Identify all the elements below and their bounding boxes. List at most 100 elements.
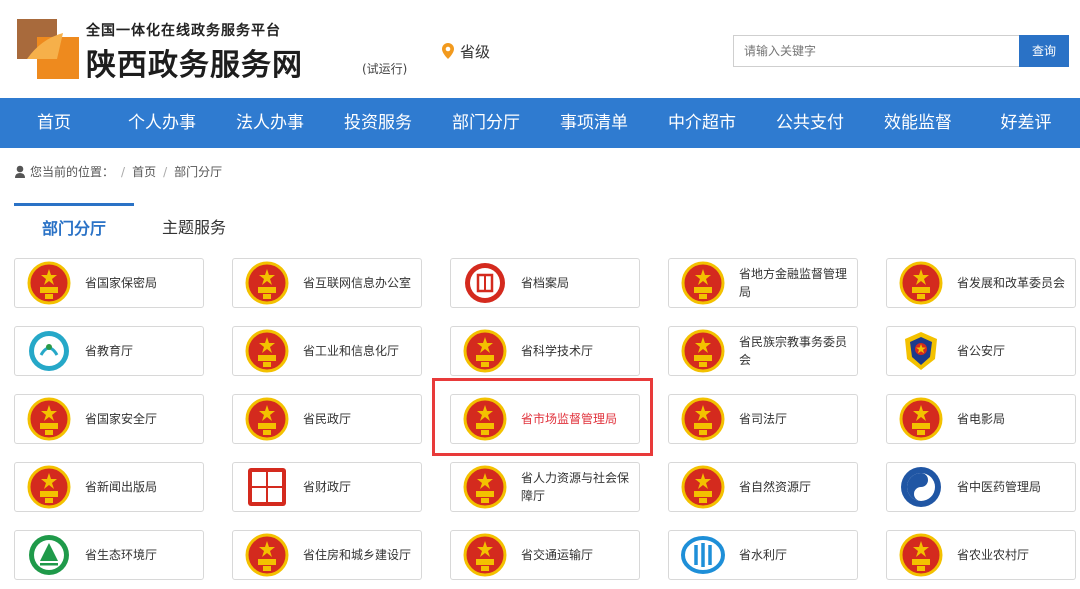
department-card[interactable]: 省公安厅	[886, 326, 1076, 376]
nav-item[interactable]: 投资服务	[324, 98, 432, 148]
national-emblem-icon	[27, 261, 71, 305]
location-selector[interactable]: 省级	[460, 41, 490, 62]
department-label: 省新闻出版局	[85, 480, 158, 494]
department-label: 省中医药管理局	[957, 480, 1042, 494]
department-label: 省民政厅	[303, 412, 352, 426]
national-emblem-icon	[899, 533, 943, 577]
national-emblem-icon	[681, 397, 725, 441]
department-card[interactable]: 省新闻出版局	[14, 462, 204, 512]
department-label: 省公安厅	[957, 344, 1006, 358]
department-label: 省农业农村厅	[957, 548, 1030, 562]
department-card[interactable]: 省国家安全厅	[14, 394, 204, 444]
national-emblem-icon	[245, 329, 289, 373]
department-label: 省水利厅	[739, 548, 788, 562]
nav-item[interactable]: 法人办事	[216, 98, 324, 148]
water-emblem-icon	[681, 533, 725, 577]
department-label: 省国家安全厅	[85, 412, 158, 426]
police-emblem-icon	[899, 329, 943, 373]
department-card[interactable]: 省中医药管理局	[886, 462, 1076, 512]
site-logo-icon[interactable]	[17, 19, 79, 79]
department-label: 省档案局	[521, 276, 570, 290]
department-label: 省住房和城乡建设厅	[303, 548, 412, 562]
department-card[interactable]: 省发展和改革委员会	[886, 258, 1076, 308]
nav-item[interactable]: 好差评	[972, 98, 1080, 148]
department-card[interactable]: 省司法厅	[668, 394, 858, 444]
department-card[interactable]: 省水利厅	[668, 530, 858, 580]
national-emblem-icon	[681, 465, 725, 509]
department-card[interactable]: 省民政厅	[232, 394, 422, 444]
national-emblem-icon	[27, 397, 71, 441]
department-card[interactable]: 省工业和信息化厅	[232, 326, 422, 376]
department-label: 省交通运输厅	[521, 548, 594, 562]
department-card[interactable]: 省科学技术厅	[450, 326, 640, 376]
national-emblem-icon	[463, 329, 507, 373]
department-card[interactable]: 省地方金融监督管理局	[668, 258, 858, 308]
department-card[interactable]: 省住房和城乡建设厅	[232, 530, 422, 580]
nav-item[interactable]: 效能监督	[864, 98, 972, 148]
highlight-annotation	[432, 378, 653, 456]
nav-item[interactable]: 中介超市	[648, 98, 756, 148]
nav-item[interactable]: 部门分厅	[432, 98, 540, 148]
breadcrumb-separator: /	[121, 164, 126, 179]
department-card[interactable]: 省民族宗教事务委员会	[668, 326, 858, 376]
nav-item[interactable]: 个人办事	[108, 98, 216, 148]
national-emblem-icon	[27, 465, 71, 509]
department-card[interactable]: 省交通运输厅	[450, 530, 640, 580]
location-pin-icon	[442, 43, 454, 59]
department-label: 省财政厅	[303, 480, 352, 494]
site-title[interactable]: 陕西政务服务网	[86, 40, 303, 84]
national-emblem-icon	[681, 329, 725, 373]
department-card[interactable]: 省电影局	[886, 394, 1076, 444]
national-emblem-icon	[245, 261, 289, 305]
nav-item[interactable]: 公共支付	[756, 98, 864, 148]
tab-topic-services[interactable]: 主题服务	[162, 214, 226, 238]
department-card[interactable]: 省互联网信息办公室	[232, 258, 422, 308]
nav-item[interactable]: 首页	[0, 98, 108, 148]
department-card[interactable]: 省档案局	[450, 258, 640, 308]
tab-bar: 部门分厅 主题服务	[14, 203, 1080, 239]
department-label: 省司法厅	[739, 412, 788, 426]
department-card[interactable]: 省农业农村厅	[886, 530, 1076, 580]
breadcrumb-home[interactable]: 首页	[132, 163, 156, 180]
department-label: 省生态环境厅	[85, 548, 158, 562]
department-card[interactable]: 省教育厅	[14, 326, 204, 376]
ecology-emblem-icon	[27, 533, 71, 577]
national-emblem-icon	[245, 397, 289, 441]
nav-item[interactable]: 事项清单	[540, 98, 648, 148]
tcm-emblem-icon	[899, 465, 943, 509]
finance-seal-icon	[245, 465, 289, 509]
department-label: 省民族宗教事务委员会	[739, 335, 848, 367]
department-label: 省人力资源与社会保障厅	[521, 471, 630, 503]
location-person-icon	[15, 165, 25, 178]
main-nav: 首页 个人办事 法人办事 投资服务 部门分厅 事项清单 中介超市 公共支付 效能监督 好差评	[0, 98, 1080, 148]
department-label: 省国家保密局	[85, 276, 158, 290]
department-label: 省电影局	[957, 412, 1006, 426]
breadcrumb-separator: /	[163, 164, 168, 179]
breadcrumb: 您当前的位置： / 首页 / 部门分厅	[14, 163, 222, 180]
search-input[interactable]	[733, 35, 1020, 67]
department-label: 省地方金融监督管理局	[739, 267, 848, 299]
department-label: 省发展和改革委员会	[957, 276, 1066, 290]
department-card[interactable]: 省自然资源厅	[668, 462, 858, 512]
search-button[interactable]: 查询	[1019, 35, 1069, 67]
department-label: 省自然资源厅	[739, 480, 812, 494]
tab-departments[interactable]: 部门分厅	[14, 203, 134, 239]
national-emblem-icon	[463, 533, 507, 577]
department-label: 省互联网信息办公室	[303, 276, 412, 290]
department-card[interactable]: 省国家保密局	[14, 258, 204, 308]
education-emblem-icon	[27, 329, 71, 373]
department-label: 省教育厅	[85, 344, 134, 358]
site-header: 全国一体化在线政务服务平台 陕西政务服务网 (试运行) 省级 查询	[0, 0, 1080, 98]
department-label: 省科学技术厅	[521, 344, 594, 358]
breadcrumb-prefix: 您当前的位置：	[30, 165, 115, 179]
department-card[interactable]: 省人力资源与社会保障厅	[450, 462, 640, 512]
archives-seal-icon	[463, 261, 507, 305]
national-emblem-icon	[899, 397, 943, 441]
trial-label: (试运行)	[362, 62, 408, 76]
site-subtitle: 全国一体化在线政务服务平台	[86, 23, 281, 39]
department-card[interactable]: 省财政厅	[232, 462, 422, 512]
national-emblem-icon	[463, 465, 507, 509]
national-emblem-icon	[899, 261, 943, 305]
breadcrumb-current: 部门分厅	[174, 165, 223, 179]
department-card[interactable]: 省生态环境厅	[14, 530, 204, 580]
